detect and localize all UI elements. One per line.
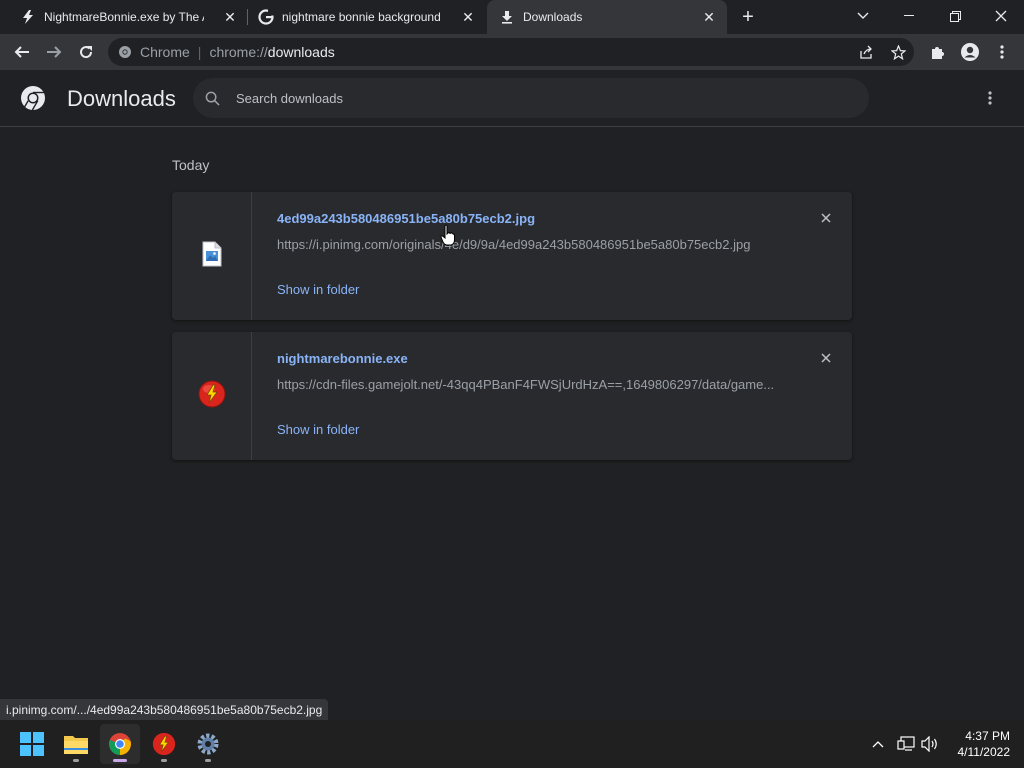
download-source-url[interactable]: https://cdn-files.gamejolt.net/-43qq4PBa… [277, 377, 777, 392]
running-indicator [161, 759, 167, 762]
more-vertical-icon [988, 91, 992, 105]
chevron-down-icon [857, 12, 869, 19]
gamejolt-app-icon [198, 380, 226, 413]
file-icon-column [172, 332, 252, 460]
show-in-folder-link[interactable]: Show in folder [277, 282, 359, 297]
running-indicator [205, 759, 211, 762]
network-status[interactable] [894, 720, 918, 768]
minimize-button[interactable] [886, 0, 932, 32]
remove-download-button[interactable] [818, 350, 834, 366]
file-icon-column [172, 192, 252, 320]
back-arrow-icon [14, 46, 29, 58]
date-section-label: Today [172, 157, 210, 173]
chrome-logo-icon [20, 85, 46, 111]
minimize-icon [904, 15, 914, 16]
chevron-up-icon [872, 741, 884, 748]
tab-downloads[interactable]: Downloads ✕ [487, 0, 727, 34]
hand-cursor-icon [440, 224, 456, 251]
taskbar-file-explorer[interactable] [56, 724, 96, 764]
back-button[interactable] [8, 38, 36, 66]
tab-search-button[interactable] [840, 0, 886, 32]
download-icon [499, 9, 515, 25]
remove-download-button[interactable] [818, 210, 834, 226]
clock-time: 4:37 PM [965, 729, 1010, 743]
clock-date: 4/11/2022 [957, 745, 1011, 759]
tab-title: nightmare bonnie background - [282, 10, 442, 24]
url-host: downloads [267, 44, 335, 60]
volume-control[interactable] [918, 720, 942, 768]
url-scheme: chrome:// [209, 44, 268, 60]
new-tab-button[interactable]: + [738, 7, 758, 27]
windows-start-icon [20, 732, 44, 756]
chrome-icon [118, 45, 132, 59]
download-file-link[interactable]: 4ed99a243b580486951be5a80b75ecb2.jpg [277, 211, 535, 226]
forward-arrow-icon [47, 46, 62, 58]
show-in-folder-link[interactable]: Show in folder [277, 422, 359, 437]
close-icon [995, 10, 1007, 22]
close-icon[interactable]: ✕ [701, 9, 717, 25]
taskbar-settings[interactable] [188, 724, 228, 764]
chrome-menu-button[interactable] [988, 38, 1016, 66]
gear-icon [197, 733, 219, 755]
restore-button[interactable] [932, 0, 978, 32]
google-icon [258, 9, 274, 25]
speaker-icon [921, 736, 937, 752]
share-icon[interactable] [856, 42, 876, 62]
downloads-header: Downloads [0, 70, 1024, 127]
close-icon[interactable]: ✕ [222, 9, 238, 25]
tab-title: NightmareBonnie.exe by The Aq [44, 10, 204, 24]
close-icon[interactable]: ✕ [460, 9, 476, 25]
windows-taskbar: 4:37 PM 4/11/2022 [0, 720, 1024, 768]
show-hidden-icons-button[interactable] [866, 720, 890, 768]
folder-icon [64, 736, 88, 754]
reload-icon [80, 46, 93, 59]
running-indicator [113, 759, 127, 762]
close-window-button[interactable] [978, 0, 1024, 32]
browser-toolbar: Chrome | chrome://downloads [0, 34, 1024, 70]
chip-divider: | [197, 44, 202, 60]
page-title: Downloads [67, 86, 176, 111]
profile-button[interactable] [956, 38, 984, 66]
chrome-icon [109, 733, 131, 755]
start-button[interactable] [12, 724, 52, 764]
puzzle-icon [932, 47, 944, 59]
avatar-icon [961, 43, 979, 61]
download-item: nightmarebonnie.exe https://cdn-files.ga… [172, 332, 852, 460]
search-box[interactable] [193, 78, 869, 118]
search-input[interactable] [236, 90, 796, 106]
site-chip: Chrome [140, 44, 190, 60]
downloads-menu-button[interactable] [980, 88, 1000, 108]
restore-icon [949, 10, 961, 22]
address-bar[interactable]: Chrome | chrome://downloads [108, 38, 914, 66]
close-icon [821, 213, 831, 223]
image-file-icon [202, 241, 222, 272]
bookmark-star-icon[interactable] [888, 42, 908, 62]
reload-button[interactable] [72, 38, 100, 66]
search-icon [205, 91, 220, 106]
more-vertical-icon [1000, 45, 1004, 59]
lightning-icon [20, 9, 36, 25]
link-status-bar: i.pinimg.com/.../4ed99a243b580486951be5a… [0, 699, 329, 720]
taskbar-clock[interactable]: 4:37 PM 4/11/2022 [948, 728, 1011, 760]
close-icon [821, 353, 831, 363]
download-file-link[interactable]: nightmarebonnie.exe [277, 351, 408, 366]
download-source-url[interactable]: https://i.pinimg.com/originals/4e/d9/9a/… [277, 237, 777, 252]
extensions-button[interactable] [924, 38, 952, 66]
running-indicator [73, 759, 79, 762]
gamejolt-app-icon [152, 732, 176, 756]
tab-nightmare-bonnie-background[interactable]: nightmare bonnie background - ✕ [238, 0, 486, 34]
taskbar-chrome[interactable] [100, 724, 140, 764]
forward-button[interactable] [40, 38, 68, 66]
network-icon [897, 736, 915, 751]
tab-nightmarebonnie[interactable]: NightmareBonnie.exe by The Aq ✕ [0, 0, 248, 34]
download-item: 4ed99a243b580486951be5a80b75ecb2.jpg htt… [172, 192, 852, 320]
tab-strip: NightmareBonnie.exe by The Aq ✕ nightmar… [0, 0, 1024, 34]
taskbar-gamejolt-app[interactable] [144, 724, 184, 764]
tab-title: Downloads [523, 10, 583, 24]
